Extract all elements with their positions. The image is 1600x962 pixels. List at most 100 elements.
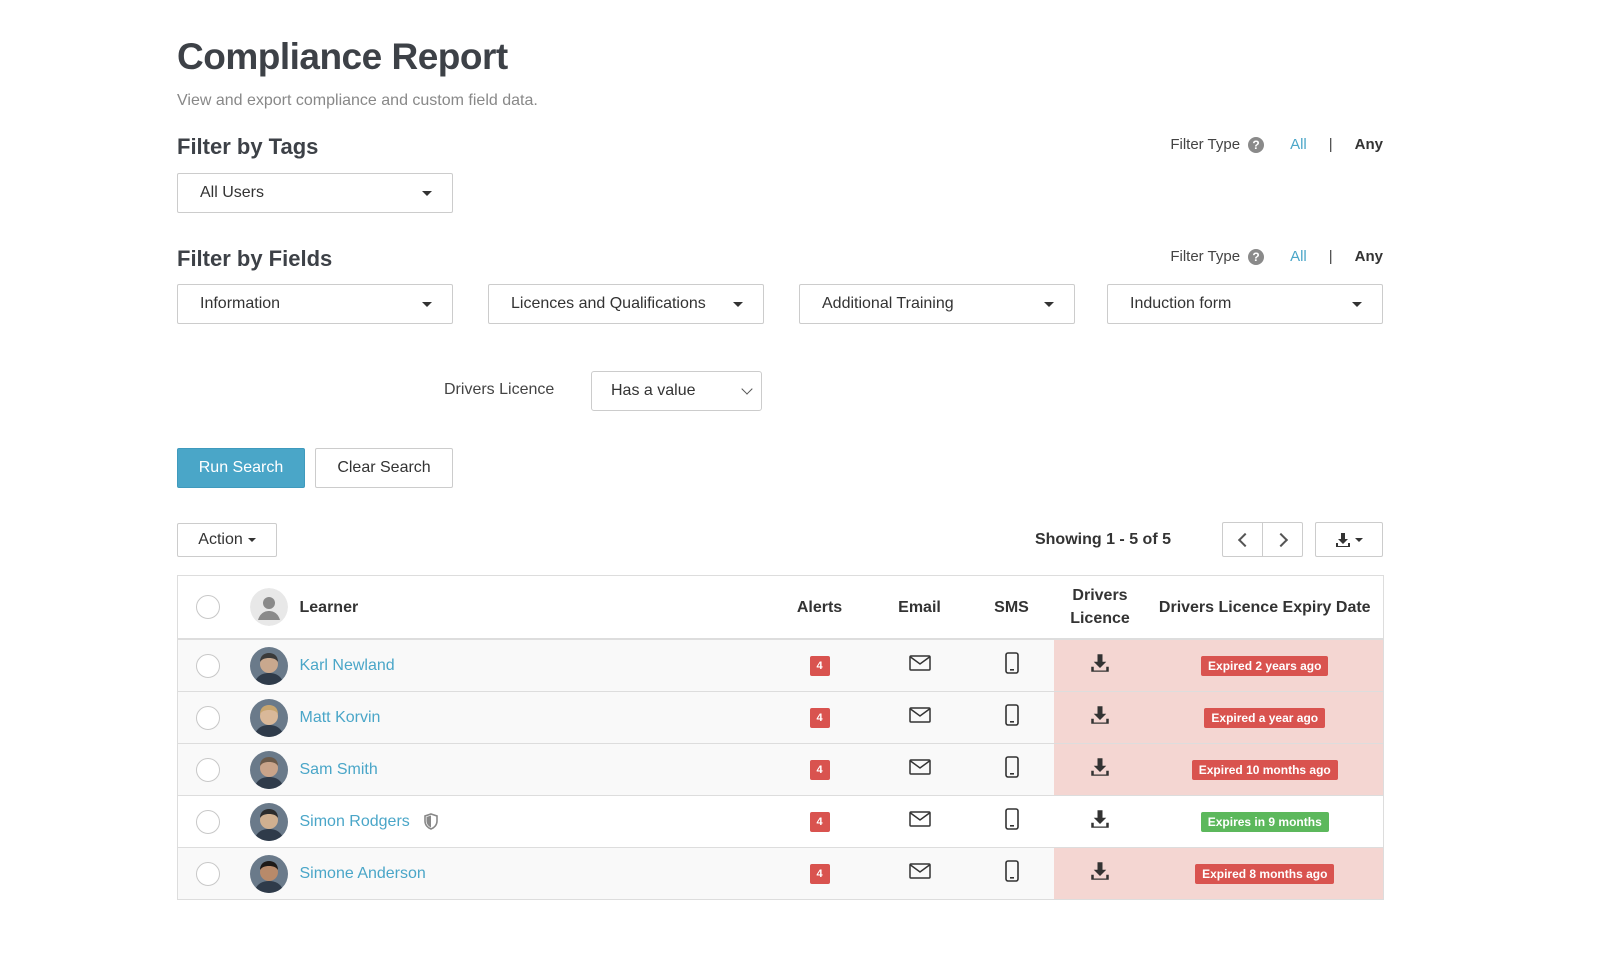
email-header[interactable]: Email <box>869 575 970 640</box>
download-icon[interactable] <box>1090 705 1110 725</box>
filter-type-all-option[interactable]: All <box>1290 248 1307 265</box>
mobile-phone-icon[interactable] <box>1004 756 1019 778</box>
learner-name-link[interactable]: Simon Rodgers <box>300 813 410 830</box>
mobile-phone-icon[interactable] <box>1004 860 1019 882</box>
dropdown-label: Licences and Qualifications <box>511 295 706 312</box>
learner-cell: Simone Anderson <box>299 847 770 900</box>
additional-training-dropdown[interactable]: Additional Training <box>799 284 1075 324</box>
action-button[interactable]: Action <box>177 523 277 557</box>
avatar-cell <box>237 795 300 848</box>
tags-dropdown[interactable]: All Users <box>177 173 453 213</box>
envelope-icon[interactable] <box>908 863 931 879</box>
filter-type-label: Filter Type <box>1170 136 1241 153</box>
expiry-status-badge: Expires in 9 months <box>1200 811 1329 832</box>
learner-name-link[interactable]: Sam Smith <box>300 761 378 778</box>
caret-down-icon <box>247 538 256 542</box>
question-circle-icon[interactable]: ? <box>1248 136 1265 153</box>
select-all-checkbox[interactable] <box>195 595 220 619</box>
select-cell <box>177 847 238 900</box>
sms-cell <box>969 638 1054 692</box>
email-cell <box>869 638 970 692</box>
caret-down-icon <box>422 190 432 196</box>
shield-icon <box>424 812 439 830</box>
tags-dropdown-value: All Users <box>200 184 265 201</box>
download-icon[interactable] <box>1090 861 1110 881</box>
drivers-licence-header[interactable]: Drivers Licence <box>1053 575 1147 640</box>
envelope-icon[interactable] <box>908 759 931 775</box>
run-search-button[interactable]: Run Search <box>177 448 305 488</box>
drivers-licence-cell <box>1053 847 1147 900</box>
sms-cell <box>969 795 1054 848</box>
chevron-left-icon <box>1237 532 1252 547</box>
row-checkbox[interactable] <box>195 653 220 678</box>
row-checkbox[interactable] <box>195 809 220 834</box>
prev-page-button[interactable] <box>1223 523 1263 556</box>
drivers-licence-cell <box>1053 795 1147 848</box>
information-dropdown[interactable]: Information <box>177 284 453 324</box>
export-button[interactable] <box>1315 522 1383 557</box>
alert-count-badge[interactable]: 4 <box>809 655 830 676</box>
row-checkbox[interactable] <box>195 757 220 782</box>
licences-dropdown[interactable]: Licences and Qualifications <box>488 284 764 324</box>
learner-cell: Matt Korvin <box>299 691 770 744</box>
envelope-icon[interactable] <box>908 707 931 723</box>
chevron-right-icon <box>1273 532 1288 547</box>
caret-down-icon <box>422 301 432 307</box>
avatar-cell <box>237 847 300 900</box>
email-cell <box>869 795 970 848</box>
caret-down-icon <box>1044 301 1054 307</box>
download-icon[interactable] <box>1090 757 1110 777</box>
clear-search-button[interactable]: Clear Search <box>315 448 453 488</box>
dropdown-label: Information <box>200 295 281 312</box>
alert-count-badge[interactable]: 4 <box>809 811 830 832</box>
row-checkbox[interactable] <box>195 705 220 730</box>
learner-name-link[interactable]: Karl Newland <box>300 657 395 674</box>
email-cell <box>869 743 970 796</box>
row-checkbox[interactable] <box>195 861 220 886</box>
avatar-cell <box>237 638 300 692</box>
drivers-licence-condition-select[interactable]: Has a value <box>591 371 762 411</box>
page-title: Compliance Report <box>177 36 508 77</box>
filter-type-all-option[interactable]: All <box>1290 136 1307 153</box>
expiry-header[interactable]: Drivers Licence Expiry Date <box>1146 575 1384 640</box>
envelope-icon[interactable] <box>908 811 931 827</box>
expiry-status-badge: Expired 2 years ago <box>1201 655 1329 676</box>
avatar-header-cell <box>237 575 300 640</box>
table-header-row: Learner Alerts Email SMS Drivers Licence … <box>177 575 1384 640</box>
alerts-cell: 4 <box>769 847 870 900</box>
select-all-cell <box>177 575 238 640</box>
filter-type-any-option[interactable]: Any <box>1355 136 1383 153</box>
filter-tags-title: Filter by Tags <box>177 134 319 159</box>
alert-count-badge[interactable]: 4 <box>809 863 830 884</box>
table-row: Sam Smith 4 Expired 10 months ago <box>177 743 1384 796</box>
avatar <box>249 646 288 685</box>
learner-name-link[interactable]: Simone Anderson <box>300 865 426 882</box>
filter-type-separator: | <box>1328 136 1333 153</box>
caret-down-icon <box>1352 301 1362 307</box>
learner-name-link[interactable]: Matt Korvin <box>300 709 381 726</box>
sms-cell <box>969 847 1054 900</box>
mobile-phone-icon[interactable] <box>1004 652 1019 674</box>
sms-cell <box>969 691 1054 744</box>
download-icon[interactable] <box>1090 653 1110 673</box>
select-cell <box>177 743 238 796</box>
chevron-down-icon <box>741 383 753 395</box>
envelope-icon[interactable] <box>908 655 931 671</box>
table-row: Simone Anderson 4 Expired 8 months ago <box>177 847 1384 900</box>
action-label: Action <box>198 531 243 548</box>
alert-count-badge[interactable]: 4 <box>809 759 830 780</box>
compliance-table: Learner Alerts Email SMS Drivers Licence … <box>177 575 1384 900</box>
filter-type-any-option[interactable]: Any <box>1355 248 1383 265</box>
sms-header[interactable]: SMS <box>969 575 1054 640</box>
learner-header[interactable]: Learner <box>299 575 770 640</box>
alerts-header[interactable]: Alerts <box>769 575 870 640</box>
alert-count-badge[interactable]: 4 <box>809 707 830 728</box>
mobile-phone-icon[interactable] <box>1004 808 1019 830</box>
avatar <box>249 698 288 737</box>
header-line: Drivers <box>1072 587 1128 604</box>
mobile-phone-icon[interactable] <box>1004 704 1019 726</box>
download-icon[interactable] <box>1090 809 1110 829</box>
induction-form-dropdown[interactable]: Induction form <box>1107 284 1383 324</box>
question-circle-icon[interactable]: ? <box>1248 248 1265 265</box>
next-page-button[interactable] <box>1263 523 1302 556</box>
